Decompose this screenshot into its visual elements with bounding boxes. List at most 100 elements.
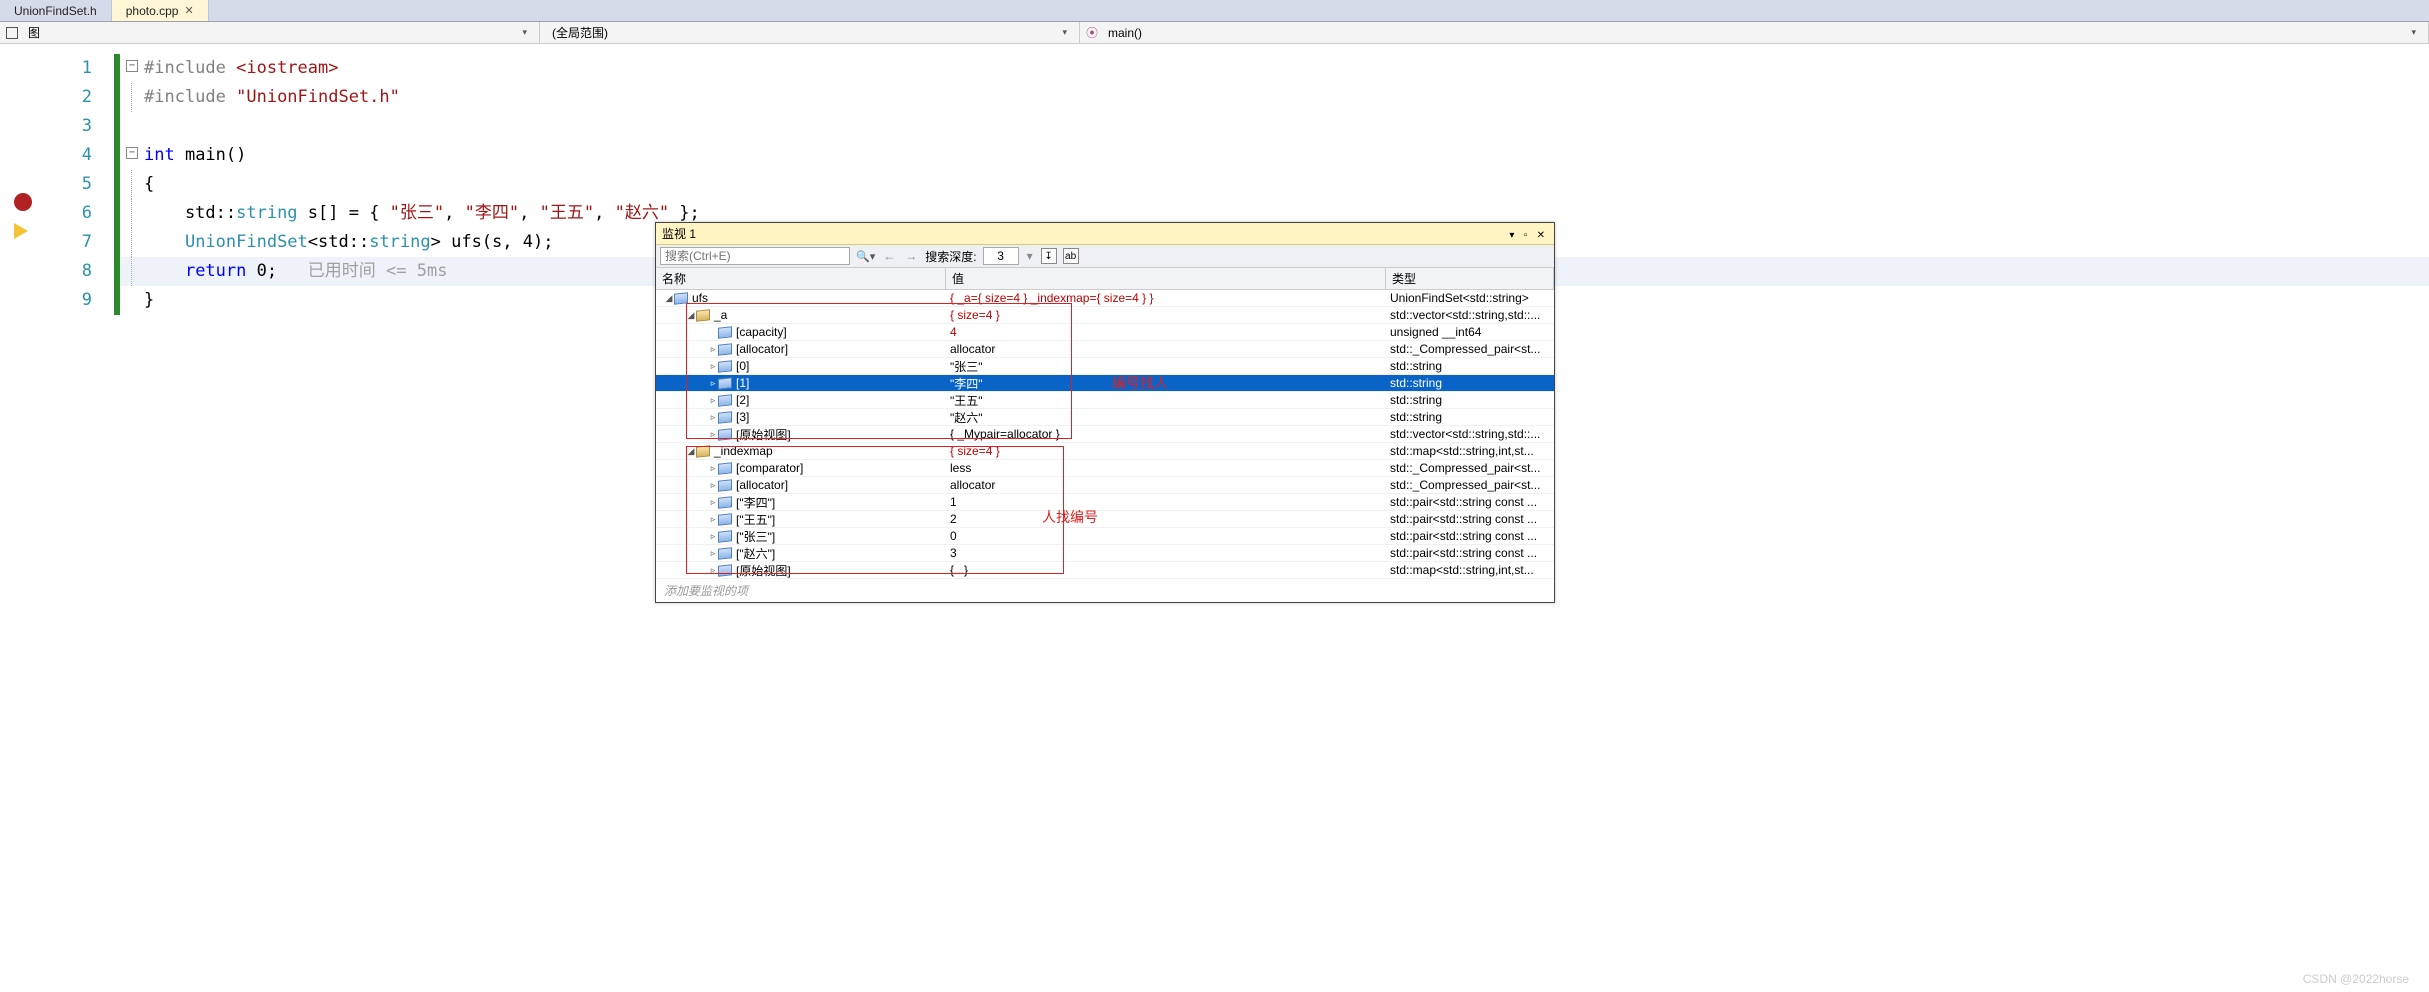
close-icon[interactable]: ✕ [184, 4, 193, 17]
var-name: _a [714, 308, 727, 322]
chevron-down-icon: ▾ [1062, 27, 1067, 38]
chevron-down-icon[interactable]: ▾ [1025, 249, 1035, 263]
close-icon[interactable]: ✕ [1534, 230, 1548, 241]
var-type: std::pair<std::string const ... [1386, 546, 1554, 560]
watch-row[interactable]: ▹["王五"]2std::pair<std::string const ... [656, 511, 1554, 528]
expander-icon[interactable]: ▹ [708, 565, 718, 576]
watch-row[interactable]: ▹[2]"王五"std::string [656, 392, 1554, 409]
expander-icon[interactable]: ▹ [708, 514, 718, 525]
fold-icon[interactable]: − [126, 147, 138, 159]
tab-unionfindset[interactable]: UnionFindSet.h [0, 0, 112, 21]
function-icon: ⦿ [1086, 24, 1098, 41]
nav-forward-button[interactable]: → [903, 249, 919, 263]
expander-icon[interactable]: ▹ [708, 497, 718, 508]
variable-icon [718, 513, 732, 525]
annotation-text-1: 编号找人 [1112, 373, 1168, 393]
watch-title: 监视 1 [662, 225, 696, 242]
variable-icon [718, 343, 732, 355]
nav-scope-select[interactable]: (全局范围)▾ [546, 24, 1073, 41]
expander-icon[interactable]: ▹ [708, 548, 718, 559]
var-name: ["李四"] [736, 494, 775, 511]
search-icon[interactable]: 🔍▾ [856, 250, 875, 263]
expander-icon[interactable]: ▹ [708, 378, 718, 389]
variable-icon [718, 496, 732, 508]
expander-icon[interactable]: ▹ [708, 429, 718, 440]
variable-icon [718, 547, 732, 559]
watch-row[interactable]: ▹[原始视图]{...}std::map<std::string,int,st.… [656, 562, 1554, 579]
nav-left-select[interactable]: 图▾ [22, 24, 533, 41]
watch-row[interactable]: ▹[3]"赵六"std::string [656, 409, 1554, 426]
var-name: [原始视图] [736, 426, 791, 443]
var-value: "赵六" [946, 409, 1386, 426]
watch-window: 监视 1 ▾ ▫ ✕ 🔍▾ ← → 搜索深度: ▾ ↧ ab 名称 值 类型 ◢… [655, 222, 1555, 603]
watch-row[interactable]: ◢ufs{ _a={ size=4 } _indexmap={ size=4 }… [656, 290, 1554, 307]
var-value: 3 [946, 546, 1386, 560]
var-value: allocator [946, 342, 1386, 356]
var-type: std::string [1386, 359, 1554, 373]
var-type: std::pair<std::string const ... [1386, 512, 1554, 526]
annotation-text-2: 人找编号 [1042, 507, 1098, 527]
var-type: std::map<std::string,int,st... [1386, 563, 1554, 577]
watch-search-input[interactable] [660, 247, 850, 265]
expander-icon[interactable]: ◢ [686, 446, 696, 457]
expander-icon[interactable]: ▹ [708, 480, 718, 491]
col-type[interactable]: 类型 [1386, 268, 1554, 289]
depth-input[interactable] [983, 247, 1019, 265]
chevron-down-icon: ▾ [2411, 27, 2416, 38]
watch-row[interactable]: ▹[1]"李四"std::string [656, 375, 1554, 392]
expander-icon[interactable]: ◢ [664, 293, 674, 304]
col-name[interactable]: 名称 [656, 268, 946, 289]
var-value: 1 [946, 495, 1386, 509]
watch-row[interactable]: ▹[allocator]allocatorstd::_Compressed_pa… [656, 477, 1554, 494]
var-name: _indexmap [714, 444, 773, 458]
watch-row[interactable]: ▹[allocator]allocatorstd::_Compressed_pa… [656, 341, 1554, 358]
var-type: std::string [1386, 376, 1554, 390]
fold-icon[interactable]: − [126, 60, 138, 72]
dropdown-icon[interactable]: ▾ [1506, 230, 1517, 241]
watch-row[interactable]: ▹[0]"张三"std::string [656, 358, 1554, 375]
var-name: [0] [736, 359, 749, 373]
nav-back-button[interactable]: ← [881, 249, 897, 263]
watch-row[interactable]: [capacity]4unsigned __int64 [656, 324, 1554, 341]
watch-header: 名称 值 类型 [656, 268, 1554, 290]
variable-icon [718, 394, 732, 406]
variable-icon [718, 479, 732, 491]
expander-icon[interactable]: ◢ [686, 310, 696, 321]
tool-icon-2[interactable]: ab [1063, 248, 1079, 264]
var-type: std::vector<std::string,std::... [1386, 427, 1554, 441]
var-type: std::map<std::string,int,st... [1386, 444, 1554, 458]
watch-row[interactable]: ▹[原始视图]{ _Mypair=allocator }std::vector<… [656, 426, 1554, 443]
watch-add-item[interactable]: 添加要监视的项 [656, 579, 1554, 602]
var-type: std::string [1386, 410, 1554, 424]
expander-icon[interactable]: ▹ [708, 344, 718, 355]
tab-bar: UnionFindSet.h photo.cpp ✕ [0, 0, 2429, 22]
expander-icon[interactable]: ▹ [708, 395, 718, 406]
line-numbers: 123 456 789 [50, 44, 110, 992]
tool-icon-1[interactable]: ↧ [1041, 248, 1057, 264]
col-value[interactable]: 值 [946, 268, 1386, 289]
nav-function-select[interactable]: main()▾ [1102, 26, 2422, 40]
pin-icon[interactable]: ▫ [1521, 230, 1531, 241]
breakpoint-icon[interactable] [14, 193, 32, 211]
var-name: ["张三"] [736, 528, 775, 545]
expander-icon[interactable]: ▹ [708, 531, 718, 542]
watch-row[interactable]: ◢ _indexmap { size=4 }std::map<std::string… [656, 443, 1554, 460]
expander-icon[interactable]: ▹ [708, 463, 718, 474]
var-value: allocator [946, 478, 1386, 492]
watch-row[interactable]: ◢_a{ size=4 }std::vector<std::string,std… [656, 307, 1554, 324]
variable-icon [718, 530, 732, 542]
var-name: ["赵六"] [736, 545, 775, 562]
variable-icon [718, 326, 732, 338]
watch-row[interactable]: ▹ ["赵六"] 3std::pair<std::string const ... [656, 545, 1554, 562]
watch-row[interactable]: ▹["张三"]0std::pair<std::string const ... [656, 528, 1554, 545]
var-value: { size=4 } [946, 444, 1386, 458]
tab-photo[interactable]: photo.cpp ✕ [112, 0, 209, 21]
watch-row[interactable]: ▹[comparator]lessstd::_Compressed_pair<s… [656, 460, 1554, 477]
expander-icon[interactable]: ▹ [708, 361, 718, 372]
breakpoint-margin[interactable] [0, 44, 50, 992]
var-name: ["王五"] [736, 511, 775, 528]
watch-row[interactable]: ▹["李四"]1std::pair<std::string const ... [656, 494, 1554, 511]
var-type: std::string [1386, 393, 1554, 407]
expander-icon[interactable]: ▹ [708, 412, 718, 423]
watch-titlebar[interactable]: 监视 1 ▾ ▫ ✕ [656, 223, 1554, 245]
